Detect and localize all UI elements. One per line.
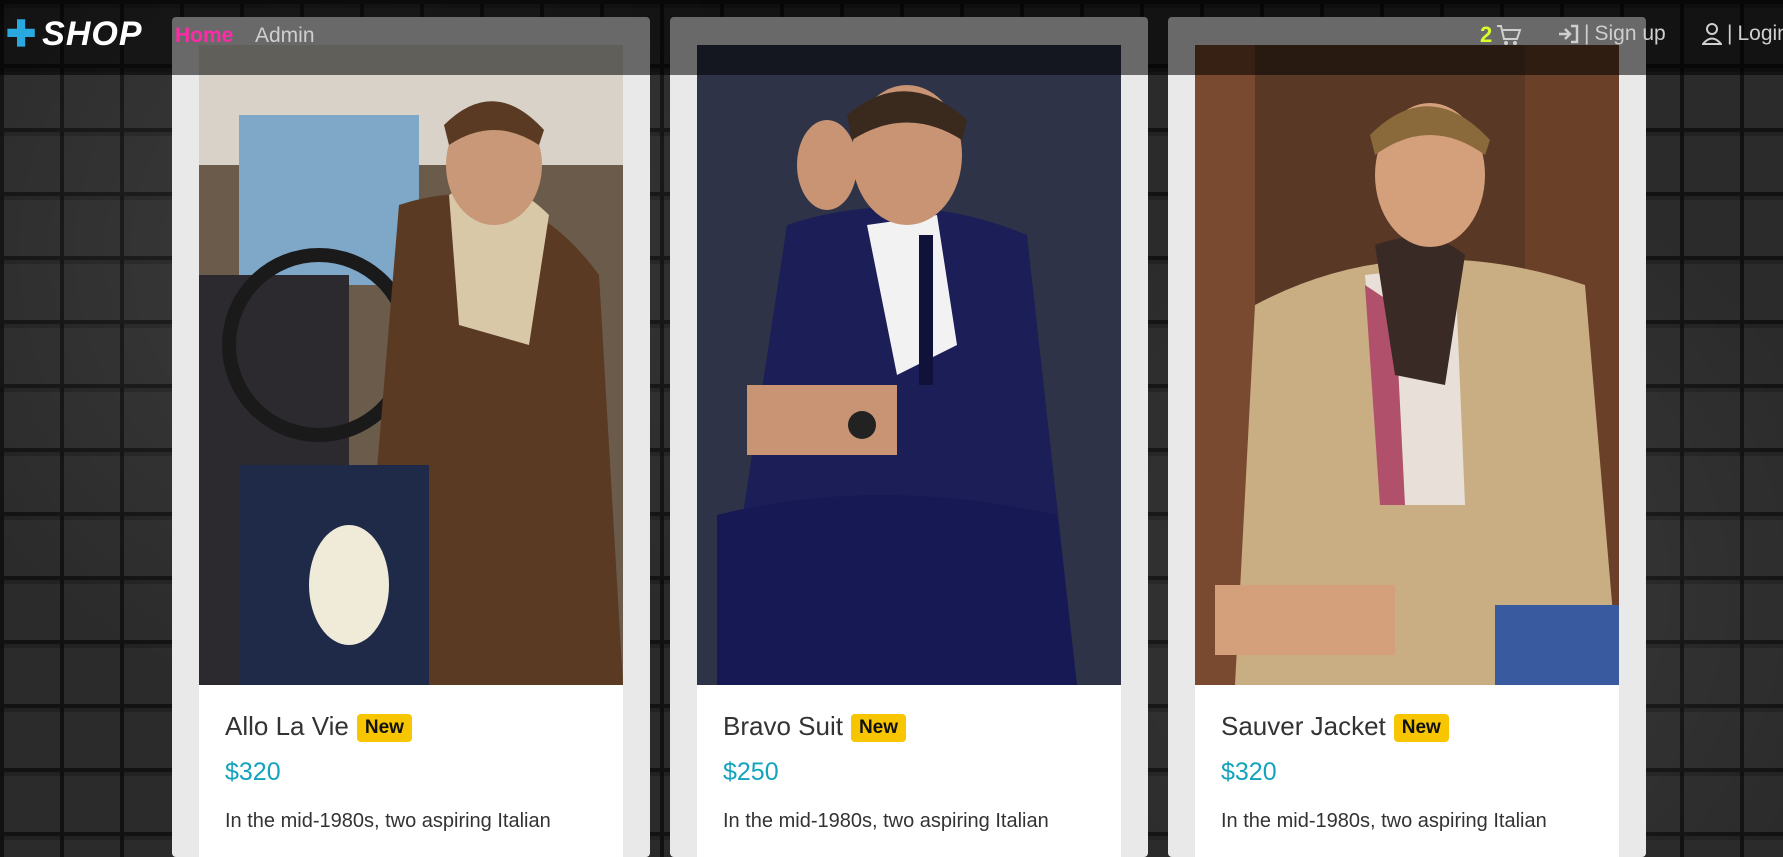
product-description: In the mid-1980s, two aspiring Italian bbox=[723, 810, 1049, 832]
signup-label: Sign up bbox=[1594, 22, 1666, 45]
cart-button[interactable]: 2 bbox=[1480, 22, 1522, 48]
sign-in-icon bbox=[1557, 24, 1579, 44]
brand-logo[interactable]: ✚ SHOP bbox=[6, 14, 143, 54]
new-badge: New bbox=[850, 714, 907, 743]
product-card-body: Sauver Jacket New $320 In the mid-1980s, … bbox=[1195, 45, 1619, 857]
product-card-body: Allo La Vie New $320 In the mid-1980s, tw… bbox=[199, 45, 623, 857]
signup-link[interactable]: | Sign up bbox=[1557, 22, 1666, 46]
brand-name: SHOP bbox=[42, 15, 143, 53]
product-title[interactable]: Allo La Vie New bbox=[225, 710, 412, 743]
product-card[interactable]: Bravo Suit New $250 In the mid-1980s, two… bbox=[670, 17, 1148, 857]
new-badge: New bbox=[356, 714, 412, 743]
product-description: In the mid-1980s, two aspiring Italian bbox=[1221, 810, 1547, 832]
nav-admin-link[interactable]: Admin bbox=[255, 24, 315, 48]
product-description: In the mid-1980s, two aspiring Italian bbox=[225, 810, 551, 832]
product-price: $250 bbox=[723, 758, 779, 786]
product-card[interactable]: Sauver Jacket New $320 In the mid-1980s, … bbox=[1168, 17, 1646, 857]
separator: | bbox=[1584, 22, 1590, 45]
product-card-body: Bravo Suit New $250 In the mid-1980s, two… bbox=[697, 45, 1121, 857]
plus-icon: ✚ bbox=[6, 13, 37, 54]
product-image[interactable] bbox=[199, 45, 623, 685]
user-icon bbox=[1702, 23, 1722, 45]
product-price: $320 bbox=[225, 758, 281, 786]
separator: | bbox=[1727, 22, 1733, 45]
product-image[interactable] bbox=[697, 45, 1121, 685]
product-image[interactable] bbox=[1195, 45, 1619, 685]
product-name: Bravo Suit bbox=[723, 711, 843, 741]
product-card[interactable]: Allo La Vie New $320 In the mid-1980s, tw… bbox=[172, 17, 650, 857]
product-price: $320 bbox=[1221, 758, 1277, 786]
product-title[interactable]: Bravo Suit New bbox=[723, 710, 907, 743]
product-name: Sauver Jacket bbox=[1221, 711, 1386, 741]
cart-count: 2 bbox=[1480, 22, 1493, 47]
top-navbar: ✚ SHOP Home Admin 2 | Sign up | Logi bbox=[0, 0, 1783, 75]
login-link[interactable]: | Login bbox=[1702, 22, 1783, 46]
product-title[interactable]: Sauver Jacket New bbox=[1221, 710, 1449, 743]
login-label: Login bbox=[1737, 22, 1783, 45]
cart-icon bbox=[1496, 23, 1522, 47]
product-name: Allo La Vie bbox=[225, 711, 349, 741]
nav-home-link[interactable]: Home bbox=[175, 24, 233, 48]
new-badge: New bbox=[1393, 714, 1449, 743]
